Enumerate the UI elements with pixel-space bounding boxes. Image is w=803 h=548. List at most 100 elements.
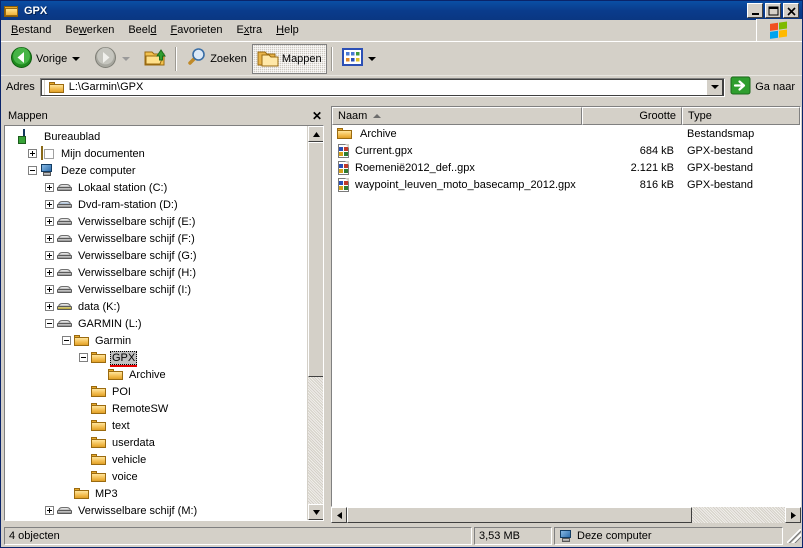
tree-node-verwisselbare-schijf-h[interactable]: Verwisselbare schijf (H:)	[5, 264, 307, 281]
tree-node-label: Verwisselbare schijf (H:)	[78, 266, 196, 279]
folders-pane: Mappen ✕ Bureaublad Mijn documenten Deze c…	[2, 106, 326, 523]
tree-node-data-k[interactable]: data (K:)	[5, 298, 307, 315]
tree-node-verwisselbare-schijf-e[interactable]: Verwisselbare schijf (E:)	[5, 213, 307, 230]
tree-node-verwisselbare-schijf-g[interactable]: Verwisselbare schijf (G:)	[5, 247, 307, 264]
expand-icon[interactable]	[45, 217, 54, 226]
expand-icon[interactable]	[45, 285, 54, 294]
tree-node-label: Deze computer	[61, 164, 136, 177]
back-label: Vorige	[36, 52, 68, 65]
hscroll-track[interactable]	[347, 507, 785, 523]
up-button[interactable]	[139, 44, 171, 74]
menu-item-bewerken[interactable]: Bewerken	[58, 22, 121, 38]
expand-icon[interactable]	[45, 251, 54, 260]
menu-item-bestand[interactable]: Bestand	[4, 22, 58, 38]
search-button[interactable]: Zoeken	[181, 44, 252, 74]
tree-node-garmin-l[interactable]: GARMIN (L:)	[5, 315, 307, 332]
forward-button[interactable]	[89, 44, 139, 74]
resize-grip[interactable]	[787, 529, 801, 543]
tree-node-text[interactable]: text	[5, 417, 307, 434]
expand-icon[interactable]	[45, 302, 54, 311]
table-row[interactable]: Roemenië2012_def..gpx 2.121 kB GPX-bestand	[332, 159, 800, 176]
tree-node-verwisselbare-schijf-m[interactable]: Verwisselbare schijf (M:)	[5, 502, 307, 519]
tree-node-deze-computer[interactable]: Deze computer	[5, 162, 307, 179]
scroll-right-button[interactable]	[785, 507, 801, 523]
close-icon[interactable]: ✕	[312, 110, 322, 122]
tree-node-voice[interactable]: voice	[5, 468, 307, 485]
tree-node-bureaublad[interactable]: Bureaublad	[5, 128, 307, 145]
go-button[interactable]: Ga naar	[728, 76, 800, 98]
menu-item-extra[interactable]: Extra	[229, 22, 269, 38]
expand-icon[interactable]	[45, 183, 54, 192]
column-header-type[interactable]: Type	[682, 107, 800, 125]
expand-icon[interactable]	[45, 506, 54, 515]
minimize-button[interactable]	[747, 3, 763, 18]
tree-node-gpx[interactable]: GPX	[5, 349, 307, 366]
menu-item-help[interactable]: Help	[269, 22, 306, 38]
folder-icon	[48, 81, 65, 94]
tree-node-userdata[interactable]: userdata	[5, 434, 307, 451]
tree-node-dvd-ram-station-d[interactable]: Dvd-ram-station (D:)	[5, 196, 307, 213]
table-row[interactable]: Archive Bestandsmap	[332, 125, 800, 142]
collapse-icon[interactable]	[45, 319, 54, 328]
file-horizontal-scrollbar[interactable]	[331, 507, 801, 523]
expand-icon[interactable]	[45, 234, 54, 243]
tree-node-archive[interactable]: Archive	[5, 366, 307, 383]
tree-node-poi[interactable]: POI	[5, 383, 307, 400]
menu-item-favorieten[interactable]: Favorieten	[163, 22, 229, 38]
column-header-naam[interactable]: Naam	[332, 107, 582, 125]
folders-button[interactable]: Mappen	[251, 43, 327, 74]
tree-node-label: GPX	[110, 350, 138, 365]
status-size: 3,53 MB	[474, 527, 552, 545]
tree-node-vehicle[interactable]: vehicle	[5, 451, 307, 468]
go-label: Ga naar	[755, 81, 795, 93]
folder-icon	[91, 419, 107, 433]
expand-icon[interactable]	[45, 268, 54, 277]
tree-node-label: Verwisselbare schijf (E:)	[78, 215, 196, 228]
title-bar[interactable]: GPX	[1, 1, 802, 20]
file-size-cell: 2.121 kB	[630, 161, 674, 174]
expand-icon[interactable]	[45, 200, 54, 209]
collapse-icon[interactable]	[79, 353, 88, 362]
address-input[interactable]: L:\Garmin\GPX	[39, 77, 726, 97]
tree-node-mijn-documenten[interactable]: Mijn documenten	[5, 145, 307, 162]
collapse-icon[interactable]	[62, 336, 71, 345]
scroll-up-button[interactable]	[308, 126, 323, 142]
views-button[interactable]	[337, 44, 385, 74]
scroll-thumb[interactable]	[308, 142, 323, 377]
column-header-grootte[interactable]: Grootte	[582, 107, 682, 125]
scroll-left-button[interactable]	[331, 507, 347, 523]
tree-node-mp3[interactable]: MP3	[5, 485, 307, 502]
tree-node-verwisselbare-schijf-f[interactable]: Verwisselbare schijf (F:)	[5, 230, 307, 247]
maximize-button[interactable]	[765, 3, 781, 18]
gpx-file-icon	[337, 160, 351, 175]
table-row[interactable]: waypoint_leuven_moto_basecamp_2012.gpx 81…	[332, 176, 800, 193]
folder-icon	[74, 334, 90, 348]
menu-item-beeld[interactable]: Beeld	[121, 22, 163, 38]
tree-node-lokaal-station-c[interactable]: Lokaal station (C:)	[5, 179, 307, 196]
forward-dropdown-icon[interactable]	[122, 56, 131, 61]
scroll-down-button[interactable]	[308, 504, 323, 520]
views-dropdown-icon[interactable]	[367, 56, 376, 61]
tree-node-label: data (K:)	[78, 300, 121, 313]
expand-icon[interactable]	[28, 149, 37, 158]
collapse-icon[interactable]	[28, 166, 37, 175]
tree-node-remotesw[interactable]: RemoteSW	[5, 400, 307, 417]
tree-node-garmin[interactable]: Garmin	[5, 332, 307, 349]
tree-node-label: userdata	[112, 436, 155, 449]
back-button[interactable]: Vorige	[5, 44, 89, 74]
back-dropdown-icon[interactable]	[72, 56, 81, 61]
address-dropdown-button[interactable]	[706, 78, 724, 96]
scroll-track[interactable]	[308, 142, 323, 504]
address-value: L:\Garmin\GPX	[68, 81, 144, 93]
views-grid-icon	[341, 48, 363, 69]
file-name-cell: Current.gpx	[332, 143, 582, 158]
close-button[interactable]	[783, 3, 799, 18]
tree-node-verwisselbare-schijf-i[interactable]: Verwisselbare schijf (I:)	[5, 281, 307, 298]
folder-icon	[74, 487, 90, 501]
tree-node-label: Bureaublad	[44, 130, 101, 143]
hscroll-thumb[interactable]	[347, 507, 692, 523]
tree-vertical-scrollbar[interactable]	[307, 126, 323, 520]
table-row[interactable]: Current.gpx 684 kB GPX-bestand	[332, 142, 800, 159]
network-drive-icon	[57, 300, 73, 314]
